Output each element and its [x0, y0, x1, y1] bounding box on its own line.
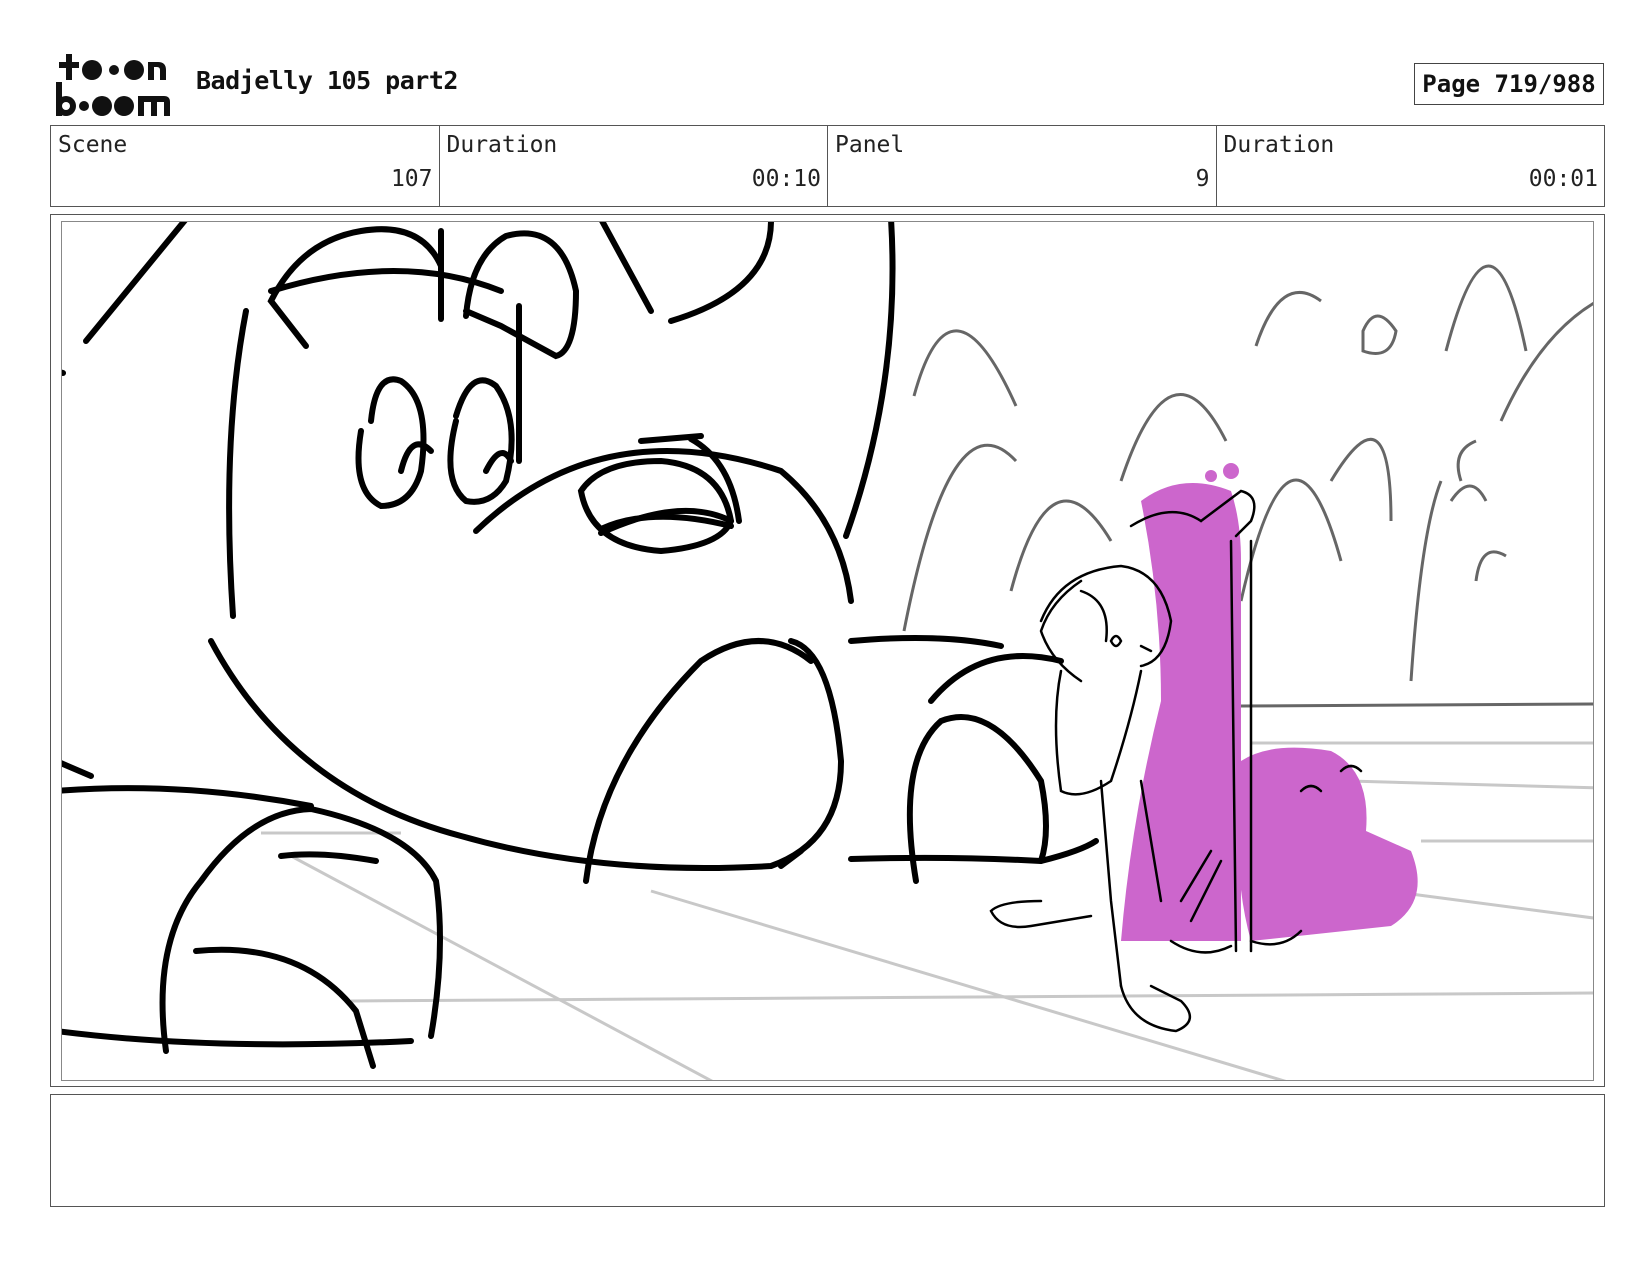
scene-cell: Scene 107 — [51, 126, 440, 206]
panel-label: Panel — [835, 132, 905, 158]
storyboard-panel-drawing — [61, 221, 1594, 1081]
scene-value: 107 — [390, 166, 433, 192]
scene-duration-cell: Duration 00:10 — [440, 126, 828, 206]
panel-cell: Panel 9 — [828, 126, 1217, 206]
panel-duration-value: 00:01 — [1528, 166, 1598, 192]
panel-value: 9 — [1195, 166, 1210, 192]
magenta-shapes — [1121, 463, 1418, 941]
panel-notes-box — [50, 1094, 1605, 1207]
background-bushes — [902, 264, 1593, 708]
toon-boom-logo-icon — [52, 52, 172, 118]
scene-duration-label: Duration — [446, 132, 558, 158]
document-title: Badjelly 105 part2 — [196, 66, 458, 95]
scene-info-row: Scene 107 Duration 00:10 Panel 9 Duratio… — [50, 125, 1605, 207]
creature-sketch — [62, 222, 1099, 1069]
scene-duration-value: 00:10 — [751, 166, 821, 192]
page-indicator: Page 719/988 — [1414, 63, 1604, 105]
scene-label: Scene — [58, 132, 128, 158]
sketch-artwork — [62, 222, 1593, 1080]
panel-duration-label: Duration — [1223, 132, 1335, 158]
panel-duration-cell: Duration 00:01 — [1217, 126, 1605, 206]
